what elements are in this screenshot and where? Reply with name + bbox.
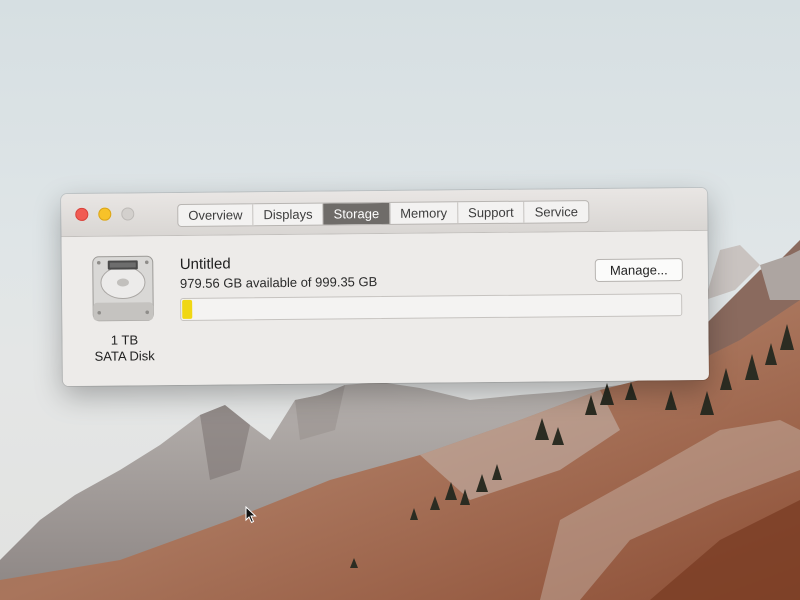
system-info-window: Overview Displays Storage Memory Support Serv… bbox=[61, 187, 709, 387]
tab-support[interactable]: Support bbox=[458, 201, 525, 224]
minimize-window-icon[interactable] bbox=[98, 207, 112, 221]
window-titlebar: Overview Displays Storage Memory Support Serv… bbox=[61, 187, 708, 238]
volume-name: Untitled bbox=[179, 255, 231, 273]
mouse-cursor-icon bbox=[245, 506, 257, 524]
tab-service[interactable]: Service bbox=[525, 201, 589, 223]
tab-overview[interactable]: Overview bbox=[178, 204, 254, 226]
tab-storage[interactable]: Storage bbox=[323, 202, 391, 225]
hard-drive-icon bbox=[90, 254, 157, 327]
storage-panel: 1 TB SATA Disk Untitled 979.56 GB availa… bbox=[61, 230, 709, 387]
manage-button[interactable]: Manage... bbox=[594, 258, 683, 282]
close-window-icon[interactable] bbox=[75, 207, 89, 221]
volume-availability: 979.56 GB available of 999.35 GB bbox=[179, 274, 378, 291]
tab-memory[interactable]: Memory bbox=[390, 202, 459, 224]
segmented-tab-control: Overview Displays Storage Memory Support Serv… bbox=[177, 200, 590, 227]
disk-capacity-label: 1 TB bbox=[110, 332, 139, 348]
tab-displays[interactable]: Displays bbox=[253, 203, 324, 226]
disk-type-label: SATA Disk bbox=[94, 348, 155, 364]
zoom-window-icon bbox=[121, 207, 135, 221]
storage-usage-bar bbox=[180, 293, 683, 321]
storage-used-segment bbox=[181, 299, 193, 320]
